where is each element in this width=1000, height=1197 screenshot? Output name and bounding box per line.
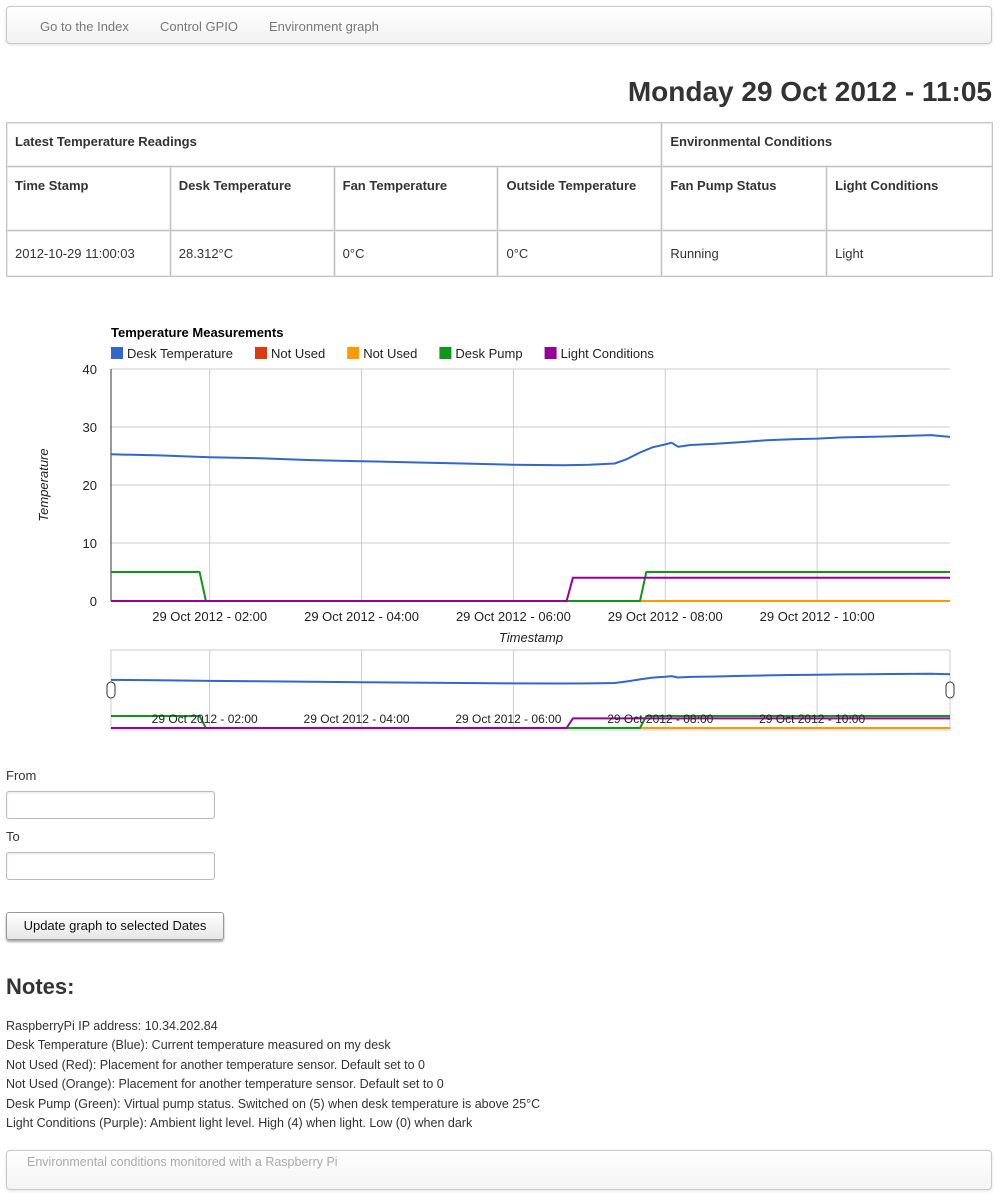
x-axis-label: Timestamp [499,630,563,645]
update-graph-button[interactable]: Update graph to selected Dates [6,912,224,940]
legend-item: Desk Pump [455,346,522,361]
x-tick-label: 29 Oct 2012 - 06:00 [456,609,571,624]
page-title-datetime: Monday 29 Oct 2012 - 11:05 [627,76,992,107]
table-header-row: Time Stamp Desk Temperature Fan Temperat… [6,166,993,231]
to-date-input[interactable] [6,852,215,880]
nav-link-environment-graph[interactable]: Environment graph [269,19,379,34]
note-desk-temperature: Desk Temperature (Blue): Current tempera… [6,1038,391,1053]
header-desk-temperature: Desk Temperature [169,166,335,231]
notes-title: Notes: [6,974,75,999]
navigator-tick-label: 29 Oct 2012 - 04:00 [304,712,410,726]
y-tick-label: 10 [83,536,97,551]
legend-item: Not Used [271,346,325,361]
x-tick-label: 29 Oct 2012 - 02:00 [152,609,267,624]
footer: Environmental conditions monitored with … [6,1150,992,1190]
navigator-tick-label: 29 Oct 2012 - 06:00 [455,712,561,726]
from-label: From [6,768,37,783]
range-handle-right[interactable] [945,681,955,699]
y-tick-label: 30 [83,420,97,435]
cell-outside-temperature: 0°C [497,230,663,277]
footer-text: Environmental conditions monitored with … [27,1155,338,1169]
header-outside-temperature: Outside Temperature [497,166,663,231]
series-line-light-conditions [111,576,950,602]
cell-desk-temperature: 28.312°C [169,230,335,277]
readings-table: Latest Temperature Readings Environmenta… [5,122,993,277]
chart-title: Temperature Measurements [111,325,283,340]
legend-swatch [347,347,360,359]
note-ip-address: RaspberryPi IP address: 10.34.202.84 [6,1019,218,1033]
legend-item: Not Used [363,346,417,361]
from-date-input[interactable] [6,791,215,819]
note-not-used-orange: Not Used (Orange): Placement for another… [6,1077,444,1092]
header-fan-temperature: Fan Temperature [333,166,499,231]
cell-fan-temperature: 0°C [333,230,499,277]
legend-swatch [254,347,267,359]
navbar: Go to the Index Control GPIO Environment… [6,6,992,44]
header-time-stamp: Time Stamp [6,166,171,231]
navigator-tick-label: 29 Oct 2012 - 02:00 [152,712,258,726]
legend-swatch [544,347,557,359]
series-line-desk-pump [111,571,950,602]
header-light-conditions: Light Conditions [826,166,993,231]
x-tick-label: 29 Oct 2012 - 04:00 [304,609,419,624]
y-tick-label: 0 [90,594,97,609]
range-handle-left[interactable] [106,681,116,699]
navigator-tick-label: 29 Oct 2012 - 10:00 [759,712,865,726]
to-label: To [6,829,20,844]
series-line-desk-temperature [110,434,951,467]
notes-list: RaspberryPi IP address: 10.34.202.84 Des… [6,1017,540,1133]
section-environmental-conditions: Environmental Conditions [661,122,993,167]
navigator-tick-label: 29 Oct 2012 - 08:00 [607,712,713,726]
x-tick-label: 29 Oct 2012 - 08:00 [608,609,723,624]
x-tick-label: 29 Oct 2012 - 10:00 [760,609,875,624]
legend-item: Desk Temperature [127,346,233,361]
header-fan-pump-status: Fan Pump Status [661,166,828,231]
cell-fan-pump-status: Running [661,230,828,277]
legend-swatch [111,347,123,359]
y-tick-label: 20 [83,478,97,493]
cell-light-conditions: Light [826,230,993,277]
nav-link-index[interactable]: Go to the Index [40,19,129,34]
note-desk-pump: Desk Pump (Green): Virtual pump status. … [6,1096,541,1111]
section-latest-readings: Latest Temperature Readings [5,122,663,167]
cell-time-stamp: 2012-10-29 11:00:03 [6,230,171,277]
table-row: 2012-10-29 11:00:03 28.312°C 0°C 0°C Run… [6,230,993,277]
nav-link-control-gpio[interactable]: Control GPIO [160,19,238,34]
legend-item: Light Conditions [561,346,655,361]
table-section-row: Latest Temperature Readings Environmenta… [5,122,993,167]
temperature-chart: Temperature Measurements Desk Temperature… [36,325,955,731]
legend-swatch [439,347,452,359]
note-light-conditions: Light Conditions (Purple): Ambient light… [6,1115,473,1130]
y-tick-label: 40 [83,362,97,377]
y-axis-label: Temperature [36,448,51,521]
note-not-used-red: Not Used (Red): Placement for another te… [6,1057,425,1072]
